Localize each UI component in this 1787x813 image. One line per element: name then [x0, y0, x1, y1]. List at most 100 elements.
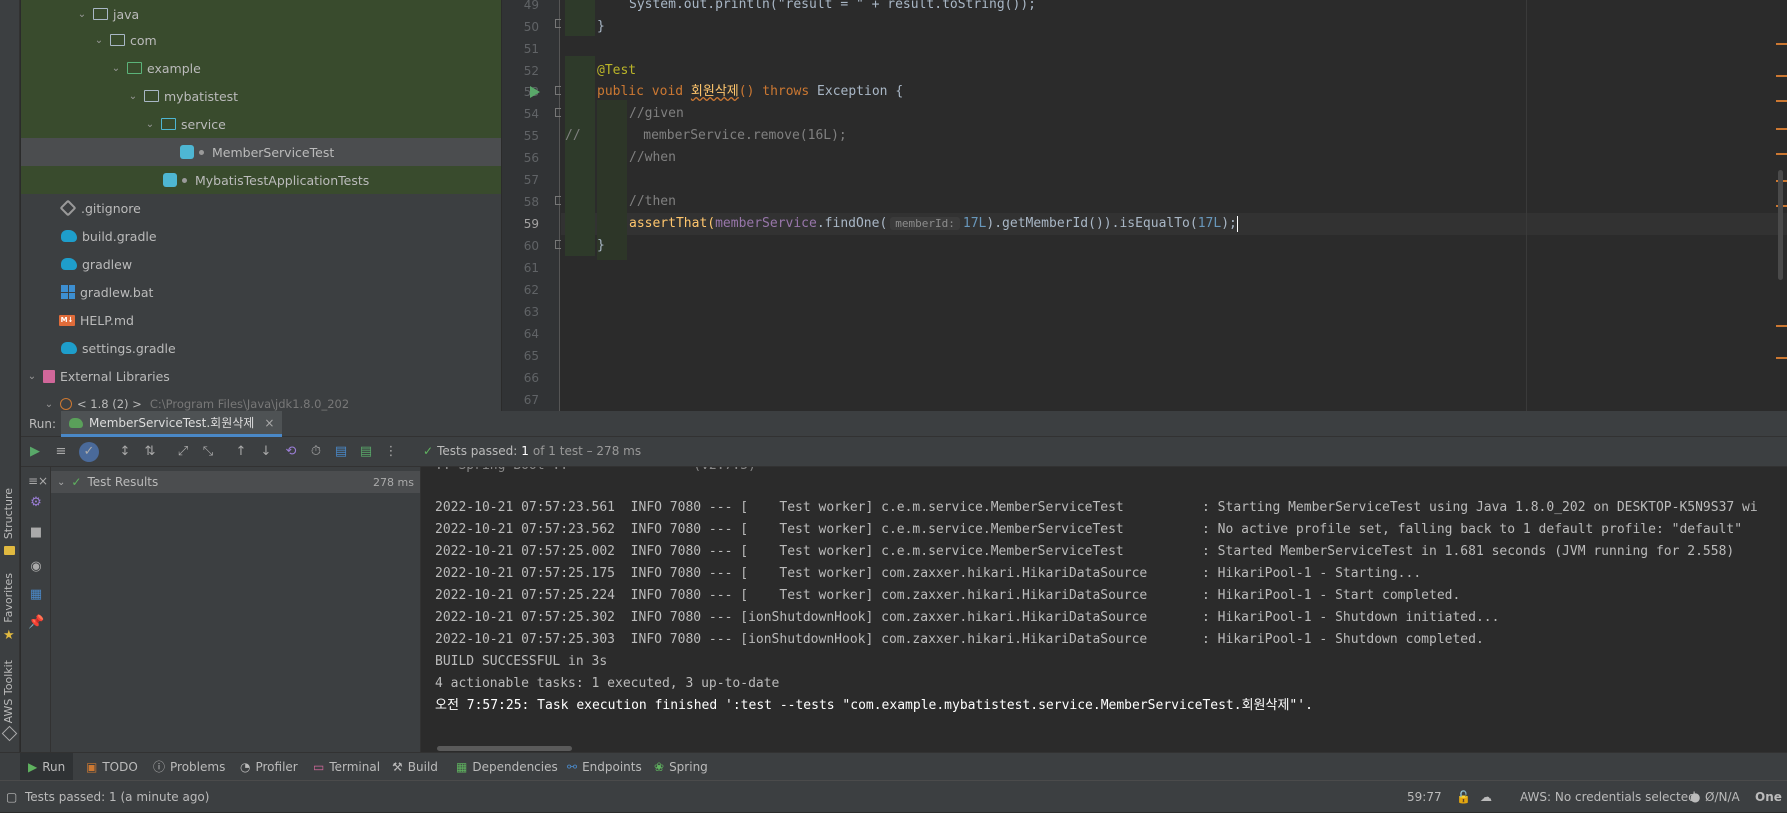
tree-item-memberservicetest[interactable]: MemberServiceTest: [21, 138, 501, 166]
error-stripe-mark[interactable]: [1776, 153, 1787, 155]
settings-icon[interactable]: ⚙: [28, 495, 44, 511]
chevron-down-icon[interactable]: ⌄: [109, 63, 123, 74]
favorites-tab[interactable]: Favorites: [2, 573, 15, 623]
line-number: 51: [523, 42, 539, 56]
history-icon[interactable]: ⏱: [308, 444, 324, 460]
tab-terminal[interactable]: ▭ Terminal: [305, 753, 388, 781]
import-tests-icon[interactable]: ▤: [333, 444, 349, 460]
structure-tab[interactable]: Structure: [2, 488, 15, 539]
tab-todo[interactable]: ▣ TODO: [78, 753, 146, 781]
aws-credentials[interactable]: AWS: No credentials selected: [1520, 781, 1696, 813]
stop-icon[interactable]: ■: [28, 525, 44, 541]
close-tests-icon[interactable]: ≡×: [28, 473, 48, 489]
chevron-down-icon[interactable]: ⌄: [126, 91, 140, 102]
run-test-gutter-icon[interactable]: [530, 86, 540, 98]
tree-item-mybatistestapplicationtests[interactable]: MybatisTestApplicationTests: [21, 166, 501, 194]
lock-icon[interactable]: 🔓: [1456, 781, 1471, 813]
chevron-down-icon[interactable]: ⌄: [25, 371, 39, 382]
export-tests-icon[interactable]: ▤: [358, 444, 374, 460]
chevron-down-icon[interactable]: ⌄: [92, 35, 106, 46]
tab-build[interactable]: ⚒ Build: [384, 753, 446, 781]
pin-icon[interactable]: 📌: [28, 615, 44, 631]
line-number: 54: [523, 107, 539, 121]
line-number: 66: [523, 371, 539, 385]
favorites-tab-label: Favorites: [2, 573, 15, 623]
info-icon: ⓘ: [153, 760, 166, 774]
play-icon: ▶: [28, 760, 38, 774]
code-editor[interactable]: System.out.println("result = " + result.…: [561, 0, 1787, 411]
tree-item-com[interactable]: ⌄ com: [21, 26, 501, 54]
left-tool-stripe: Structure Favorites ★ AWS Toolkit: [0, 0, 20, 788]
theme-indicator[interactable]: One Da: [1755, 781, 1787, 813]
tree-item-build-gradle[interactable]: build.gradle: [21, 222, 501, 250]
tree-item-java[interactable]: ⌄ java: [21, 0, 501, 28]
tab-endpoints[interactable]: ⚯ Endpoints: [559, 753, 650, 781]
chevron-down-icon[interactable]: ⌄: [57, 477, 65, 488]
tab-profiler[interactable]: ◔ Profiler: [232, 753, 306, 781]
tree-item-label: gradlew: [82, 256, 133, 272]
error-stripe-mark[interactable]: [1776, 357, 1787, 359]
test-results-row[interactable]: ⌄ ✓ Test Results 278 ms: [51, 471, 420, 493]
rerun-icon[interactable]: ▶: [27, 444, 43, 460]
show-passed-icon[interactable]: ✓: [79, 442, 99, 462]
tree-item-gradlew-bat[interactable]: gradlew.bat: [21, 278, 501, 306]
error-stripe-mark[interactable]: [1776, 75, 1787, 77]
console-output[interactable]: :: Spring Boot :: (v2.7.5) 2022-10-21 07…: [422, 467, 1787, 752]
close-icon[interactable]: ×: [264, 416, 274, 430]
status-message[interactable]: Tests passed: 1 (a minute ago): [25, 781, 209, 813]
collapse-all-icon[interactable]: ⤡: [200, 444, 216, 460]
tree-item-external-libraries[interactable]: ⌄ External Libraries: [21, 362, 501, 390]
windows-icon: [61, 285, 75, 299]
expand-all-icon[interactable]: ⤢: [175, 444, 191, 460]
caret-position[interactable]: 59:77: [1407, 781, 1442, 813]
dot-icon: [182, 177, 187, 183]
eye-icon[interactable]: ◉: [28, 559, 44, 575]
error-stripe-mark[interactable]: [1776, 43, 1787, 45]
tree-item-label: MemberServiceTest: [212, 144, 335, 160]
code-line-60: }: [597, 235, 605, 257]
code-line-49: System.out.println("result = " + result.…: [629, 0, 1036, 16]
chevron-down-icon[interactable]: ⌄: [75, 9, 89, 20]
next-failed-icon[interactable]: ↓: [258, 444, 274, 460]
tree-item-mybatistest[interactable]: ⌄ mybatistest: [21, 82, 501, 110]
editor-scrollbar[interactable]: [1778, 170, 1783, 280]
error-stripe-mark[interactable]: [1776, 325, 1787, 327]
more-icon[interactable]: ⋮: [383, 444, 399, 460]
tab-problems[interactable]: ⓘ Problems: [145, 753, 233, 781]
tree-item-gradlew[interactable]: gradlew: [21, 250, 501, 278]
sort-alpha-icon[interactable]: ↕: [117, 444, 133, 460]
prev-failed-icon[interactable]: ↑: [233, 444, 249, 460]
run-tab[interactable]: MemberServiceTest.회원삭제 ×: [61, 411, 283, 437]
error-stripe-mark[interactable]: [1776, 100, 1787, 102]
rerun-failed-icon[interactable]: ≡: [53, 444, 69, 460]
line-number: 55: [523, 129, 539, 143]
aws-icon: [1, 725, 18, 742]
error-stripe-mark[interactable]: [1776, 128, 1787, 130]
tab-label: Spring: [669, 760, 708, 774]
console-horizontal-scrollbar[interactable]: [437, 746, 572, 751]
chevron-down-icon[interactable]: ⌄: [143, 119, 157, 130]
tab-label: Problems: [170, 760, 226, 774]
tree-item-gitignore[interactable]: .gitignore: [21, 194, 501, 222]
tab-spring[interactable]: ❀ Spring: [646, 753, 716, 781]
toggle-auto-test-icon[interactable]: ⟲: [283, 444, 299, 460]
text-caret: [1236, 215, 1238, 232]
tree-item-help-md[interactable]: M↓ HELP.md: [21, 306, 501, 334]
aws-toolkit-tab-label: AWS Toolkit: [2, 660, 15, 724]
check-icon: ✓: [423, 444, 434, 458]
tab-run[interactable]: ▶ Run: [20, 753, 74, 781]
cloud-gear-icon[interactable]: ☁: [1480, 781, 1492, 813]
tab-dependencies[interactable]: ▦ Dependencies: [448, 753, 566, 781]
line-number: 57: [523, 173, 539, 187]
sort-duration-icon[interactable]: ⇅: [142, 444, 158, 460]
chevron-down-icon[interactable]: ⌄: [42, 399, 56, 410]
layout-icon[interactable]: ▦: [28, 587, 44, 603]
status-layout-icon[interactable]: ▢: [6, 781, 17, 813]
status-na[interactable]: Ø/N/A: [1705, 781, 1740, 813]
tree-item-jdk[interactable]: ⌄ < 1.8 (2) > C:\Program Files\Java\jdk1.8…: [21, 390, 501, 411]
tree-item-settings-gradle[interactable]: settings.gradle: [21, 334, 501, 362]
tree-item-service[interactable]: ⌄ service: [21, 110, 501, 138]
console-line: 2022-10-21 07:57:23.561 INFO 7080 --- [ …: [435, 500, 1758, 515]
tree-item-example[interactable]: ⌄ example: [21, 54, 501, 82]
aws-toolkit-tab[interactable]: AWS Toolkit: [2, 660, 15, 723]
